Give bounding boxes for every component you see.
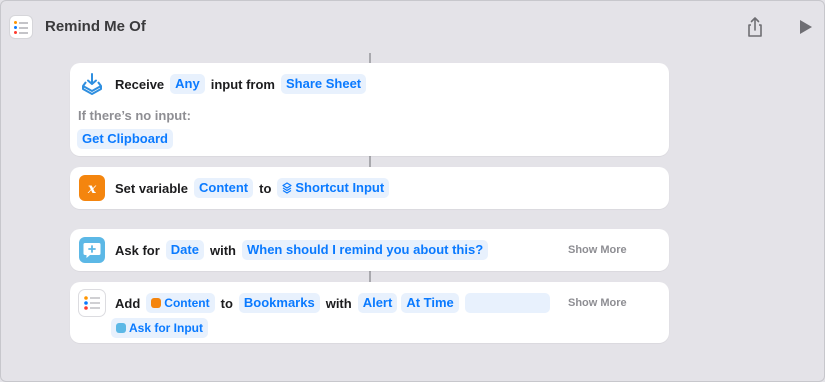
with-label: with (325, 295, 352, 311)
prompt-token[interactable]: When should I remind you about this? (241, 240, 489, 260)
ask-for-input-token[interactable]: Ask for Input (111, 318, 208, 338)
to-label: to (259, 180, 272, 196)
svg-text:x: x (87, 181, 97, 197)
variable-x-icon (151, 298, 162, 308)
variable-x-icon: x (79, 175, 105, 201)
receive-tray-icon (79, 71, 105, 97)
list-token[interactable]: Bookmarks (238, 293, 320, 313)
no-input-label: If there’s no input: (78, 108, 191, 123)
flow-connector (369, 53, 371, 63)
to-label: to (220, 295, 233, 311)
title-bar: Remind Me Of (1, 1, 824, 51)
source-token[interactable]: Share Sheet (280, 74, 367, 94)
time-token[interactable]: At Time (401, 293, 459, 313)
receive-action-card[interactable]: Receive Any input from Share Sheet If th… (70, 63, 669, 156)
ask-for-label: Ask for (115, 242, 160, 258)
alert-token[interactable]: Alert (357, 293, 398, 313)
receive-row: Receive Any input from Share Sheet (79, 71, 367, 97)
shortcut-input-label: Shortcut Input (295, 180, 385, 195)
share-button[interactable] (742, 14, 768, 40)
receive-label: Receive (115, 76, 165, 92)
shortcut-title: Remind Me Of (45, 18, 146, 35)
shortcut-input-token[interactable]: Shortcut Input (277, 178, 390, 198)
speech-bubble-icon (116, 323, 126, 333)
share-icon (748, 17, 762, 37)
run-button[interactable] (792, 14, 818, 40)
ask-for-action-card[interactable]: Ask for Date with When should I remind y… (70, 229, 669, 271)
input-type-token[interactable]: Any (170, 74, 205, 94)
shortcut-editor-window: Remind Me Of Receive Any input from Shar… (0, 0, 825, 382)
content-variable-label: Content (164, 296, 210, 310)
flow-connector (369, 270, 371, 282)
ask-for-row: Ask for Date with When should I remind y… (79, 237, 489, 263)
ask-show-more-button[interactable]: Show More (568, 244, 627, 256)
add-row: Add Content to Bookmarks with Alert At T… (79, 290, 550, 316)
reminders-list-icon (79, 290, 105, 316)
fallback-row: Get Clipboard (77, 129, 173, 149)
add-reminder-action-card[interactable]: Add Content to Bookmarks with Alert At T… (70, 282, 669, 343)
shortcut-input-icon (282, 182, 292, 194)
speech-bubble-plus-icon (79, 237, 105, 263)
empty-parameter-field[interactable] (464, 293, 550, 313)
add-show-more-button[interactable]: Show More (568, 297, 627, 309)
variable-name-token[interactable]: Content (194, 178, 254, 198)
set-variable-action-card[interactable]: x Set variable Content to Shortcut Input (70, 167, 669, 209)
set-variable-row: x Set variable Content to Shortcut Input (79, 175, 390, 201)
set-variable-label: Set variable (115, 180, 188, 196)
flow-connector (369, 156, 371, 167)
with-label: with (209, 242, 236, 258)
play-icon (800, 20, 812, 34)
ask-type-token[interactable]: Date (165, 240, 204, 260)
ask-for-input-label: Ask for Input (129, 321, 203, 335)
content-variable-token[interactable]: Content (146, 293, 215, 313)
reminders-app-icon (10, 16, 32, 38)
fallback-token[interactable]: Get Clipboard (77, 129, 173, 149)
input-from-label: input from (210, 76, 275, 92)
ask-input-row: Ask for Input (111, 318, 208, 338)
add-label: Add (115, 295, 141, 311)
